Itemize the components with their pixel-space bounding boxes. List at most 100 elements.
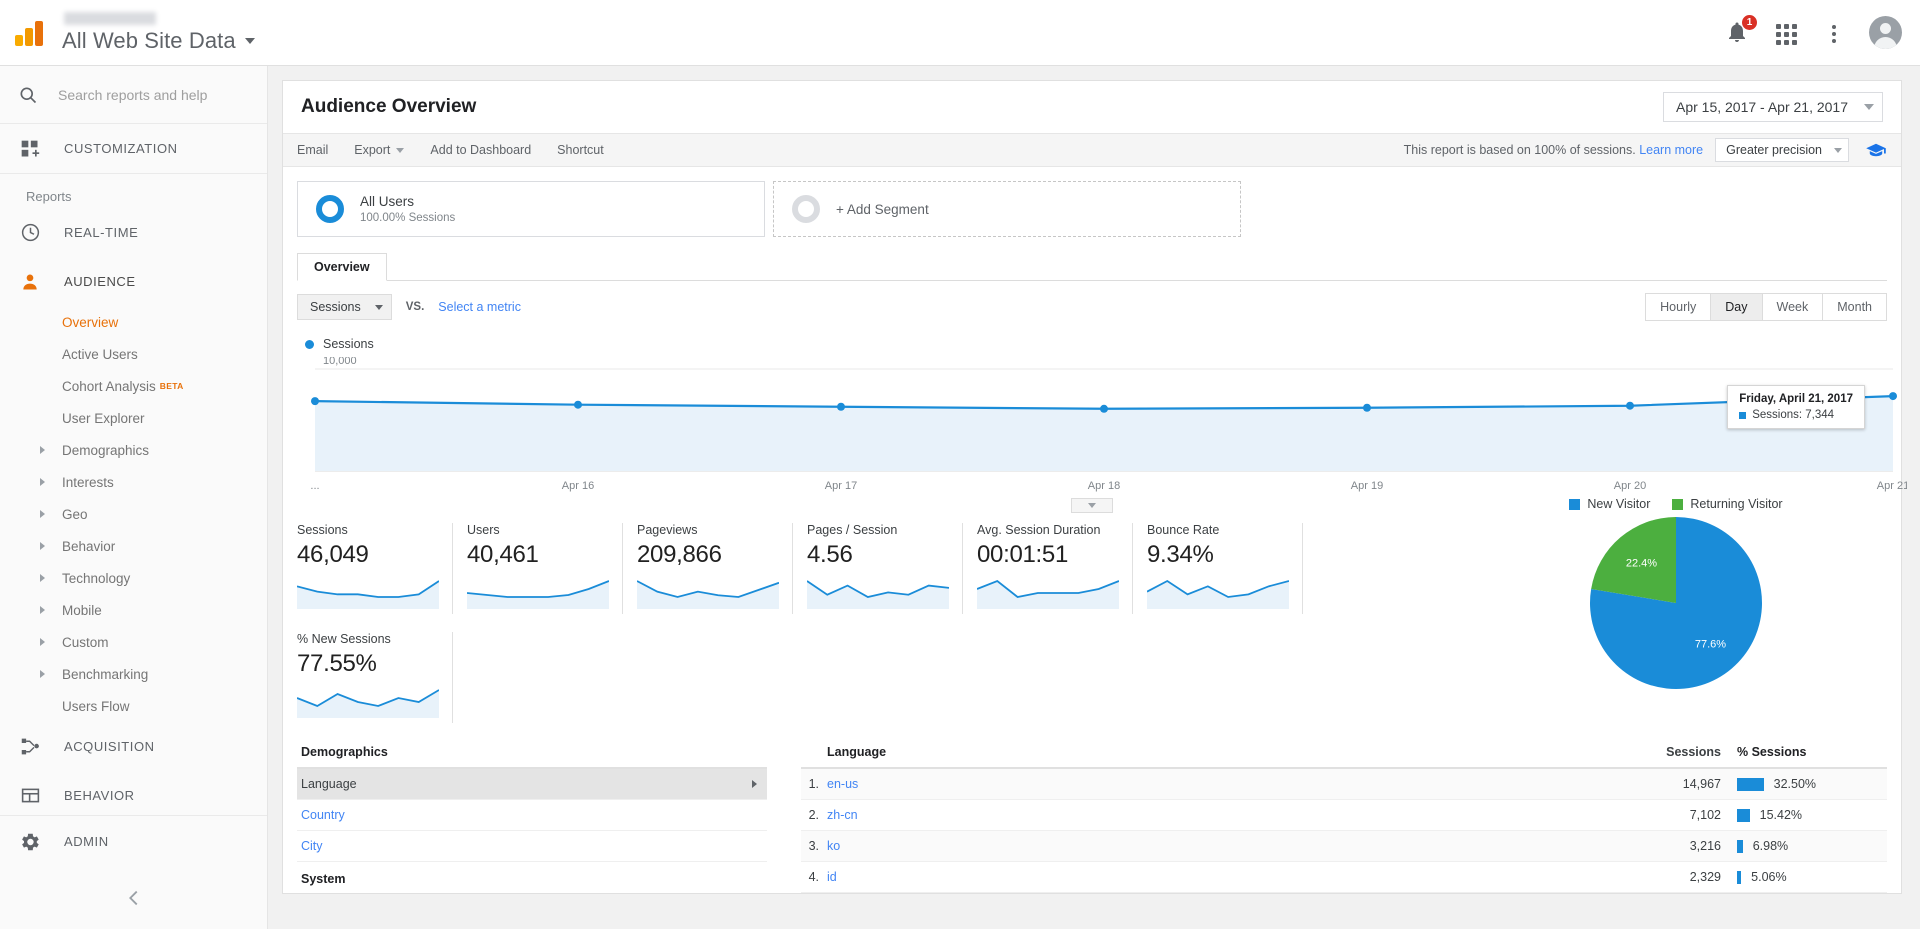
granularity-label: Day — [1725, 300, 1748, 314]
sidebar-item-benchmarking[interactable]: Benchmarking — [0, 658, 267, 690]
expand-triangle-icon — [40, 606, 45, 614]
sidebar-item-acquisition[interactable]: ACQUISITION — [0, 722, 267, 771]
sidebar-item-custom[interactable]: Custom — [0, 626, 267, 658]
sidebar: Search reports and help CUSTOMIZATION Re… — [0, 66, 268, 929]
svg-text:Apr 19: Apr 19 — [1351, 480, 1383, 492]
sidebar-item-technology[interactable]: Technology — [0, 562, 267, 594]
export-button[interactable]: Export — [354, 143, 405, 157]
expand-triangle-icon — [40, 446, 45, 454]
granularity-day[interactable]: Day — [1711, 294, 1763, 320]
sidebar-item-active-users[interactable]: Active Users — [0, 338, 267, 370]
table-row[interactable]: 3. ko 3,216 6.98% — [801, 831, 1887, 862]
google-analytics-logo-icon[interactable] — [14, 16, 48, 50]
language-table: Language Sessions % Sessions 1. en-us 14,9… — [801, 745, 1887, 893]
row-language-link[interactable]: en-us — [827, 777, 1607, 791]
sidebar-item-behavior-section[interactable]: BEHAVIOR — [0, 771, 267, 820]
email-button[interactable]: Email — [297, 143, 328, 157]
sessions-timeseries-chart[interactable]: 10,0005,000...Apr 16Apr 17Apr 18Apr 19Ap… — [297, 357, 1907, 513]
demographics-item-language[interactable]: Language — [297, 769, 767, 800]
sidebar-item-behavior[interactable]: Behavior — [0, 530, 267, 562]
sidebar-subitem-label: Custom — [62, 634, 109, 650]
sidebar-item-users-flow[interactable]: Users Flow — [0, 690, 267, 722]
row-language-link[interactable]: ko — [827, 839, 1607, 853]
row-pct-text: 32.50% — [1773, 777, 1817, 791]
sampling-text: This report is based on 100% of sessions… — [1404, 143, 1704, 157]
row-pct-text: 6.98% — [1752, 839, 1789, 853]
sparkline-new-sessions — [296, 689, 440, 718]
more-options-kebab-icon[interactable] — [1821, 20, 1847, 46]
table-row[interactable]: 1. en-us 14,967 32.50% — [801, 769, 1887, 800]
shortcut-button[interactable]: Shortcut — [557, 143, 604, 157]
demographics-item-country[interactable]: Country — [297, 800, 767, 831]
visitor-type-pie-chart: New Visitor Returning Visitor 77.6% 22.4% — [1511, 497, 1841, 701]
sidebar-item-overview[interactable]: Overview — [0, 306, 267, 338]
segment-donut-icon — [316, 195, 344, 223]
sidebar-item-audience[interactable]: AUDIENCE — [0, 257, 267, 306]
granularity-label: Hourly — [1660, 300, 1697, 314]
precision-label: Greater precision — [1726, 143, 1822, 157]
pie-legend-returning-visitor: Returning Visitor — [1672, 497, 1783, 511]
sidebar-subitem-label: Interests — [62, 474, 114, 490]
sidebar-item-cohort-analysis[interactable]: Cohort Analysis BETA — [0, 370, 267, 402]
learn-more-link[interactable]: Learn more — [1639, 143, 1703, 157]
top-app-bar: All Web Site Data 1 — [0, 0, 1920, 66]
metric-card-pages-per-session[interactable]: Pages / Session 4.56 — [806, 523, 963, 614]
row-language-link[interactable]: zh-cn — [827, 808, 1607, 822]
share-nodes-icon — [18, 735, 42, 759]
granularity-month[interactable]: Month — [1823, 294, 1886, 320]
metric-card-users[interactable]: Users 40,461 — [466, 523, 623, 614]
collapse-sidebar-button[interactable] — [0, 867, 267, 929]
tab-overview[interactable]: Overview — [297, 253, 387, 281]
metric-card-avg-session-duration[interactable]: Avg. Session Duration 00:01:51 — [976, 523, 1133, 614]
metric-selector[interactable]: Sessions — [297, 294, 392, 320]
precision-dropdown[interactable]: Greater precision — [1715, 138, 1849, 162]
notifications-bell-icon[interactable]: 1 — [1725, 14, 1757, 46]
sidebar-item-geo[interactable]: Geo — [0, 498, 267, 530]
demographics-item-city[interactable]: City — [297, 831, 767, 862]
granularity-selector: Hourly Day Week Month — [1645, 293, 1887, 321]
search-input[interactable]: Search reports and help — [0, 66, 267, 124]
metric-card-sessions[interactable]: Sessions 46,049 — [296, 523, 453, 614]
sidebar-item-real-time[interactable]: REAL-TIME — [0, 208, 267, 257]
table-row[interactable]: 2. zh-cn 7,102 15.42% — [801, 800, 1887, 831]
row-pct-cell: 5.06% — [1737, 870, 1887, 884]
sidebar-item-mobile[interactable]: Mobile — [0, 594, 267, 626]
segments-row: All Users 100.00% Sessions + Add Segment — [283, 167, 1901, 237]
view-name[interactable]: All Web Site Data — [62, 28, 255, 54]
row-rank: 1. — [808, 777, 819, 791]
date-range-picker[interactable]: Apr 15, 2017 - Apr 21, 2017 — [1662, 92, 1883, 122]
select-a-metric-link[interactable]: Select a metric — [438, 300, 521, 314]
metric-card-new-sessions[interactable]: % New Sessions 77.55% — [296, 632, 453, 723]
metric-card-bounce-rate[interactable]: Bounce Rate 9.34% — [1146, 523, 1303, 614]
add-segment-button[interactable]: + Add Segment — [773, 181, 1241, 237]
row-language-link[interactable]: id — [827, 870, 1607, 884]
granularity-week[interactable]: Week — [1762, 294, 1824, 320]
search-icon — [20, 87, 37, 103]
metric-value: 77.55% — [297, 650, 377, 677]
svg-text:Apr 17: Apr 17 — [825, 480, 857, 492]
sidebar-item-interests[interactable]: Interests — [0, 466, 267, 498]
pie-svg[interactable]: 77.6% 22.4% — [1511, 511, 1841, 696]
graduation-cap-icon[interactable] — [1865, 142, 1887, 158]
sidebar-item-user-explorer[interactable]: User Explorer — [0, 402, 267, 434]
account-selector[interactable]: All Web Site Data — [62, 11, 255, 54]
granularity-hourly[interactable]: Hourly — [1646, 294, 1712, 320]
pie-legend-new-visitor: New Visitor — [1569, 497, 1650, 511]
table-row[interactable]: 4. id 2,329 5.06% — [801, 862, 1887, 893]
sidebar-item-customization[interactable]: CUSTOMIZATION — [0, 124, 267, 173]
metric-value: 46,049 — [297, 541, 369, 568]
tooltip-date: Friday, April 21, 2017 — [1739, 393, 1853, 405]
user-avatar[interactable] — [1869, 16, 1902, 49]
sparkline-users — [466, 580, 610, 609]
row-sessions: 3,216 — [1689, 839, 1721, 853]
metric-card-pageviews[interactable]: Pageviews 209,866 — [636, 523, 793, 614]
sidebar-item-demographics[interactable]: Demographics — [0, 434, 267, 466]
expand-triangle-icon — [40, 510, 45, 518]
segment-all-users[interactable]: All Users 100.00% Sessions — [297, 181, 765, 237]
apps-grid-icon[interactable] — [1773, 20, 1799, 46]
sidebar-item-admin[interactable]: ADMIN — [0, 815, 267, 867]
expand-triangle-icon — [40, 638, 45, 646]
granularity-label: Month — [1837, 300, 1872, 314]
customization-icon — [18, 137, 42, 161]
add-to-dashboard-button[interactable]: Add to Dashboard — [430, 143, 531, 157]
